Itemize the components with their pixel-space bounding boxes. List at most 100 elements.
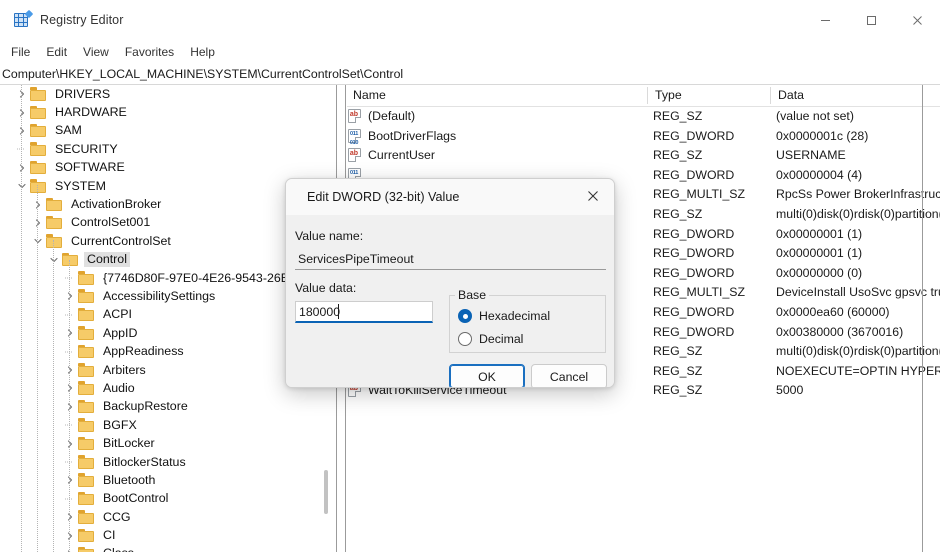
cell-type: REG_SZ bbox=[653, 383, 703, 398]
folder-icon bbox=[78, 326, 95, 340]
title-bar: Registry Editor bbox=[0, 0, 940, 40]
menu-edit[interactable]: Edit bbox=[38, 42, 75, 62]
tree-item-control[interactable]: Control bbox=[0, 251, 320, 269]
folder-icon bbox=[46, 215, 63, 230]
tree-item-bitlockerstatus[interactable]: BitlockerStatus bbox=[0, 453, 320, 471]
tree-item-label: SAM bbox=[55, 123, 82, 138]
tree-item-sam[interactable]: SAM bbox=[0, 122, 320, 140]
tree-item-label: BackupRestore bbox=[103, 399, 188, 414]
tree-item-drivers[interactable]: DRIVERS bbox=[0, 85, 320, 103]
chevron-right-icon[interactable] bbox=[62, 509, 78, 525]
folder-icon bbox=[78, 418, 95, 432]
chevron-right-icon[interactable] bbox=[62, 288, 78, 304]
tree-item-audio[interactable]: Audio bbox=[0, 379, 320, 397]
radio-decimal[interactable]: Decimal bbox=[458, 332, 523, 346]
tree-item-ccg[interactable]: CCG bbox=[0, 508, 320, 526]
radio-hexadecimal[interactable]: Hexadecimal bbox=[458, 309, 550, 323]
table-row[interactable]: 011 010 BootDriverFlags REG_DWORD 0x0000001c… bbox=[347, 127, 940, 147]
tree-scrollbar-thumb[interactable] bbox=[324, 470, 328, 514]
folder-icon bbox=[78, 307, 95, 322]
edit-dword-dialog: Edit DWORD (32-bit) Value Value name: Se… bbox=[285, 178, 615, 388]
tree-item-ci[interactable]: CI bbox=[0, 526, 320, 544]
tree-item-backuprestore[interactable]: BackupRestore bbox=[0, 398, 320, 416]
tree-item-acpi[interactable]: ACPI bbox=[0, 306, 320, 324]
cell-data: 0x00000001 (1) bbox=[776, 226, 863, 241]
chevron-right-icon[interactable] bbox=[14, 105, 30, 121]
chevron-down-icon[interactable] bbox=[30, 233, 46, 249]
tree-item-arbiters[interactable]: Arbiters bbox=[0, 361, 320, 379]
chevron-right-icon[interactable] bbox=[62, 399, 78, 415]
tree-item-hardware[interactable]: HARDWARE bbox=[0, 103, 320, 121]
tree-item-label: AccessibilitySettings bbox=[103, 288, 216, 303]
dword-value-icon: 011010 bbox=[347, 128, 362, 146]
menu-view[interactable]: View bbox=[75, 42, 117, 62]
column-divider-1[interactable] bbox=[647, 87, 648, 104]
tree-item-label: SECURITY bbox=[55, 141, 118, 156]
chevron-right-icon[interactable] bbox=[62, 528, 78, 544]
chevron-down-icon[interactable] bbox=[14, 178, 30, 194]
value-name-input[interactable]: ServicesPipeTimeout bbox=[295, 249, 606, 270]
tree-item-system[interactable]: SYSTEM bbox=[0, 177, 320, 195]
tree-item-7746d80f-97e0-4e26-9543-26b4[interactable]: {7746D80F-97E0-4E26-9543-26B4 bbox=[0, 269, 320, 287]
value-data-input[interactable]: 180000 bbox=[295, 301, 433, 323]
chevron-right-icon[interactable] bbox=[30, 215, 46, 231]
tree-item-label: ACPI bbox=[103, 307, 132, 322]
chevron-right-icon[interactable] bbox=[62, 325, 78, 341]
column-header-type[interactable]: Type bbox=[649, 88, 682, 102]
column-header-data[interactable]: Data bbox=[772, 88, 804, 102]
tree-item-activationbroker[interactable]: ActivationBroker bbox=[0, 195, 320, 213]
menu-help[interactable]: Help bbox=[182, 42, 223, 62]
tree-item-bgfx[interactable]: BGFX bbox=[0, 416, 320, 434]
chevron-right-icon[interactable] bbox=[30, 197, 46, 213]
cell-data: multi(0)disk(0)rdisk(0)partition( bbox=[776, 206, 940, 221]
ok-button[interactable]: OK bbox=[449, 364, 525, 387]
folder-icon bbox=[78, 381, 95, 395]
close-icon[interactable] bbox=[572, 179, 614, 213]
cell-data: USERNAME bbox=[776, 148, 846, 163]
table-row[interactable]: ab CurrentUser REG_SZ USERNAME bbox=[347, 146, 940, 166]
tree-item-software[interactable]: SOFTWARE bbox=[0, 159, 320, 177]
menu-file[interactable]: File bbox=[3, 42, 38, 62]
tree-item-appid[interactable]: AppID bbox=[0, 324, 320, 342]
address-bar[interactable]: Computer\HKEY_LOCAL_MACHINE\SYSTEM\Curre… bbox=[0, 64, 940, 85]
tree-item-appreadiness[interactable]: AppReadiness bbox=[0, 342, 320, 360]
column-divider-2[interactable] bbox=[770, 87, 771, 104]
chevron-right-icon[interactable] bbox=[14, 86, 30, 102]
chevron-right-icon[interactable] bbox=[14, 123, 30, 139]
folder-icon bbox=[78, 289, 95, 303]
cell-data: 0x00000004 (4) bbox=[776, 167, 863, 182]
tree-item-security[interactable]: SECURITY bbox=[0, 140, 320, 158]
registry-editor-window: Registry Editor File Edit View Favorites… bbox=[0, 0, 940, 552]
chevron-right-icon[interactable] bbox=[62, 362, 78, 378]
maximize-icon[interactable] bbox=[848, 0, 894, 40]
base-group-label: Base bbox=[455, 288, 490, 302]
folder-icon bbox=[30, 87, 47, 101]
tree-item-currentcontrolset[interactable]: CurrentControlSet bbox=[0, 232, 320, 250]
tree-item-label: Control bbox=[84, 252, 130, 268]
tree-item-controlset001[interactable]: ControlSet001 bbox=[0, 214, 320, 232]
column-header-name[interactable]: Name bbox=[347, 88, 386, 102]
tree-item-bootcontrol[interactable]: BootControl bbox=[0, 490, 320, 508]
tree-item-accessibilitysettings[interactable]: AccessibilitySettings bbox=[0, 287, 320, 305]
cell-name: 011 010 BootDriverFlags bbox=[347, 128, 456, 146]
chevron-right-icon[interactable] bbox=[62, 472, 78, 488]
chevron-down-icon[interactable] bbox=[46, 252, 62, 268]
chevron-right-icon[interactable] bbox=[62, 436, 78, 452]
close-icon[interactable] bbox=[894, 0, 940, 40]
chevron-right-icon[interactable] bbox=[62, 546, 78, 552]
tree-item-bitlocker[interactable]: BitLocker bbox=[0, 434, 320, 452]
tree-item-label: CCG bbox=[103, 509, 131, 524]
tree-item-bluetooth[interactable]: Bluetooth bbox=[0, 471, 320, 489]
chevron-right-icon[interactable] bbox=[14, 160, 30, 176]
registry-path: Computer\HKEY_LOCAL_MACHINE\SYSTEM\Curre… bbox=[2, 67, 404, 81]
tree-leaf-marker bbox=[62, 454, 78, 470]
cancel-button[interactable]: Cancel bbox=[531, 364, 607, 387]
tree-item-class[interactable]: Class bbox=[0, 545, 320, 552]
minimize-icon[interactable] bbox=[802, 0, 848, 40]
cell-type: REG_SZ bbox=[653, 363, 703, 378]
menu-favorites[interactable]: Favorites bbox=[117, 42, 182, 62]
cell-type: REG_DWORD bbox=[653, 246, 735, 261]
folder-icon bbox=[46, 234, 63, 248]
table-row[interactable]: ab (Default) REG_SZ (value not set) bbox=[347, 107, 940, 127]
chevron-right-icon[interactable] bbox=[62, 380, 78, 396]
